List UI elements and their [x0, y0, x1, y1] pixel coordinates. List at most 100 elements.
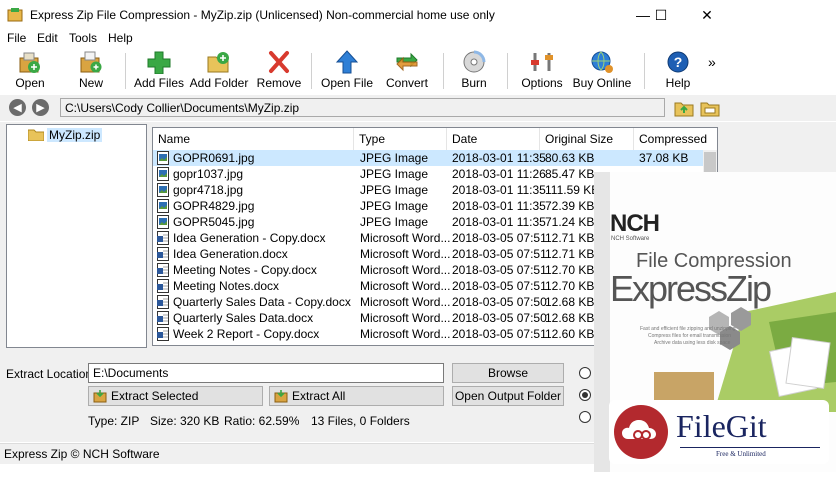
menu-help[interactable]: Help [108, 31, 133, 45]
cell-name: GOPR5045.jpg [173, 215, 255, 229]
convert-label: Convert [385, 76, 429, 90]
word-doc-icon [157, 263, 169, 277]
word-doc-icon [157, 231, 169, 245]
menu-file[interactable]: File [7, 31, 26, 45]
column-header-compressed[interactable]: Compressed [634, 128, 717, 150]
folder-up-icon[interactable] [674, 98, 694, 117]
add-folder-button[interactable]: Add Folder [190, 50, 248, 92]
word-doc-icon [157, 295, 169, 309]
add-files-button[interactable]: Add Files [134, 50, 184, 92]
forward-arrow-icon[interactable]: ▶ [32, 99, 49, 116]
cell-date: 2018-03-01 11:35 [452, 215, 546, 229]
view-folder-icon[interactable] [700, 98, 720, 117]
cell-size: 12.68 KB [545, 311, 595, 325]
image-file-icon [157, 199, 169, 213]
cell-name: GOPR4829.jpg [173, 199, 255, 213]
open-file-button[interactable]: Open File [321, 50, 373, 92]
cell-size: 111.59 KB [545, 183, 600, 197]
convert-button[interactable]: Convert [385, 50, 429, 92]
filegit-tagline: Free & Unlimited [716, 450, 766, 458]
buy-online-label: Buy Online [572, 76, 632, 90]
filegit-logo [614, 405, 668, 459]
radio-option-3[interactable] [579, 411, 591, 423]
browse-button[interactable]: Browse [452, 363, 564, 383]
add-files-label: Add Files [133, 76, 185, 90]
extract-all-button[interactable]: Extract All [269, 386, 444, 406]
globe-cart-icon [591, 51, 613, 73]
menu-tools[interactable]: Tools [69, 31, 97, 45]
cell-date: 2018-03-05 07:51 [452, 263, 547, 277]
remove-button[interactable]: Remove [256, 50, 302, 92]
cell-type: Microsoft Word... [360, 279, 451, 293]
burn-button[interactable]: Burn [458, 50, 490, 92]
status-text: Express Zip © NCH Software [4, 447, 160, 461]
options-button[interactable]: Options [520, 50, 564, 92]
cell-size: 12.60 KB [545, 327, 595, 341]
word-doc-icon [157, 327, 169, 341]
scrollbar-thumb[interactable] [704, 152, 716, 174]
buy-online-button[interactable]: Buy Online [573, 50, 631, 92]
help-label: Help [665, 76, 691, 90]
add-files-icon [147, 51, 171, 74]
cell-size: 12.68 KB [545, 295, 595, 309]
cell-size: 12.70 KB [545, 263, 595, 277]
column-header-original-size[interactable]: Original Size [540, 128, 634, 150]
convert-icon [396, 52, 418, 72]
cell-name: gopr4718.jpg [173, 183, 244, 197]
radio-option-2[interactable] [579, 389, 591, 401]
toolbar-separator [125, 53, 126, 89]
open-button[interactable]: Open [12, 50, 48, 92]
radio-option-1[interactable] [579, 367, 591, 379]
options-label: Options [521, 76, 563, 90]
cell-date: 2018-03-01 11:35 [452, 199, 546, 213]
extract-selected-label: Extract Selected [111, 389, 199, 403]
cell-type: JPEG Image [360, 183, 429, 197]
cell-name: Quarterly Sales Data.docx [173, 311, 314, 325]
word-doc-icon [157, 247, 169, 261]
tree-item-root[interactable]: MyZip.zip [28, 128, 103, 142]
promo-blurb-1: Fast and efficient file zipping and unzi… [640, 326, 736, 332]
toolbar-overflow-button[interactable]: » [708, 54, 716, 70]
column-header-date[interactable]: Date [447, 128, 540, 150]
remove-icon [269, 51, 289, 73]
cell-name: Quarterly Sales Data - Copy.docx [173, 295, 351, 309]
promo-blurb-3: Archive data using less disk space [654, 340, 731, 346]
help-icon: ? [667, 51, 689, 73]
column-header-type[interactable]: Type [354, 128, 447, 150]
cloud-icon [622, 420, 656, 440]
cell-type: JPEG Image [360, 167, 429, 181]
extract-location-input[interactable]: E:\Documents [88, 363, 444, 383]
table-row[interactable]: GOPR0691.jpg JPEG Image 2018-03-01 11:35 80… [153, 150, 717, 166]
promo-line2: ExpressZip [610, 268, 772, 309]
cell-date: 2018-03-05 07:51 [452, 327, 547, 341]
cell-name: gopr1037.jpg [173, 167, 244, 181]
maximize-button[interactable]: ☐ [638, 0, 684, 30]
cell-type: Microsoft Word... [360, 263, 451, 277]
cell-size: 12.71 KB [545, 247, 595, 261]
back-arrow-icon[interactable]: ◀ [9, 99, 26, 116]
image-file-icon [157, 167, 169, 181]
new-archive-icon [80, 51, 102, 73]
info-ratio: Ratio: 62.59% [224, 414, 300, 428]
cell-type: Microsoft Word... [360, 311, 451, 325]
cell-name: Meeting Notes - Copy.docx [173, 263, 317, 277]
open-output-folder-button[interactable]: Open Output Folder [452, 386, 564, 406]
address-input[interactable]: C:\Users\Cody Collier\Documents\MyZip.zi… [60, 98, 665, 117]
extract-location-label: Extract Location: [6, 367, 96, 381]
up-arrow-icon [335, 50, 359, 74]
tree-item-label: MyZip.zip [47, 128, 103, 142]
cell-name: GOPR0691.jpg [173, 151, 255, 165]
help-button[interactable]: ? Help [663, 50, 693, 92]
open-label: Open [15, 76, 45, 90]
extract-selected-button[interactable]: Extract Selected [88, 386, 263, 406]
close-button[interactable]: ✕ [684, 0, 730, 30]
window-title: Express Zip File Compression - MyZip.zip… [30, 8, 495, 22]
cell-size: 12.71 KB [545, 231, 595, 245]
column-header-name[interactable]: Name [153, 128, 354, 150]
cell-type: Microsoft Word... [360, 295, 451, 309]
new-button[interactable]: New [74, 50, 108, 92]
menu-edit[interactable]: Edit [37, 31, 58, 45]
open-archive-icon [19, 52, 40, 73]
info-files: 13 Files, 0 Folders [311, 414, 410, 428]
folder-icon [28, 129, 44, 141]
